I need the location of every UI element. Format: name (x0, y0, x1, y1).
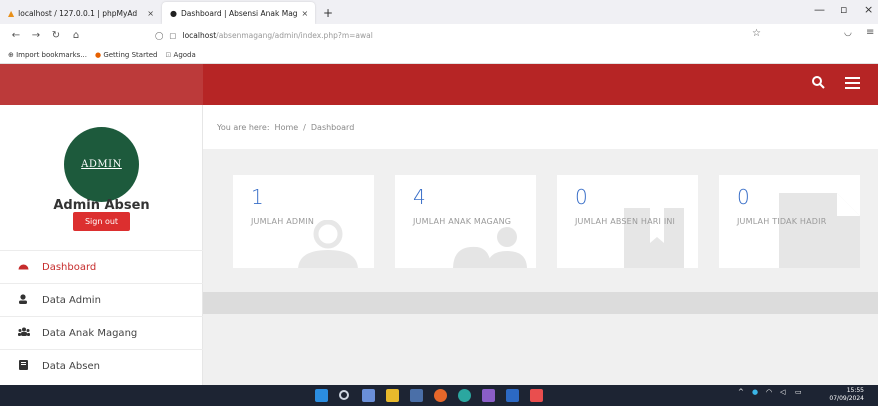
maximize-icon[interactable]: ▫ (840, 3, 847, 16)
bookmark-star-icon[interactable]: ☆ (752, 28, 761, 39)
url-bar[interactable]: ◯ ▢ localhost/absenmagang/admin/index.ph… (155, 27, 775, 43)
sidebar-item-label: Data Admin (42, 294, 101, 306)
home-icon[interactable]: ⌂ (68, 30, 84, 41)
browser-tab-phpmyadmin[interactable]: ▲ localhost / 127.0.0.1 | phpMyAd × (0, 2, 162, 24)
minimize-icon[interactable]: — (814, 3, 825, 16)
bookmarks-bar: ⊕ Import bookmarks... ● Getting Started … (0, 46, 878, 64)
breadcrumb-home-link[interactable]: Home (275, 123, 299, 132)
book-icon (18, 359, 28, 373)
tachometer-icon (18, 261, 29, 273)
search-icon[interactable] (339, 390, 349, 400)
stat-label: JUMLAH ANAK MAGANG (413, 217, 512, 226)
sign-out-button[interactable]: Sign out (73, 212, 130, 231)
close-window-icon[interactable]: × (864, 3, 873, 16)
camera-icon[interactable] (410, 389, 423, 402)
browser-tab-bar: ▲ localhost / 127.0.0.1 | phpMyAd × ● Da… (0, 0, 878, 24)
url-host: localhost (182, 30, 217, 40)
network-app-icon[interactable]: ● (752, 388, 758, 396)
bookmark-agoda[interactable]: ⊡ Agoda (165, 51, 195, 59)
firefox-icon[interactable] (434, 389, 447, 402)
clock-date: 07/09/2024 (829, 395, 864, 402)
bookmark-getting-started[interactable]: ● Getting Started (95, 51, 157, 59)
bookmark-import[interactable]: ⊕ Import bookmarks... (8, 51, 87, 59)
stat-value: 0 (575, 185, 588, 209)
hamburger-icon[interactable] (845, 74, 860, 93)
forward-icon[interactable]: → (28, 30, 44, 41)
reload-icon[interactable]: ↻ (48, 30, 64, 41)
main-content: You are here: Home / Dashboard 1 JUMLAH … (203, 105, 878, 385)
browser-nav-bar: ← → ↻ ⌂ ◯ ▢ localhost/absenmagang/admin/… (0, 24, 878, 46)
word-icon[interactable] (506, 389, 519, 402)
edge-icon[interactable] (458, 389, 471, 402)
content-divider-bar (203, 292, 878, 314)
close-icon[interactable]: × (147, 9, 154, 18)
book-icon (624, 208, 684, 268)
url-path: /absenmagang/admin/index.php?m=awal (216, 30, 373, 40)
tab-label: Dashboard | Absensi Anak Mag (180, 8, 298, 18)
stat-value: 0 (737, 185, 750, 209)
browser-tab-dashboard[interactable]: ● Dashboard | Absensi Anak Mag × (162, 2, 315, 24)
app-header (0, 64, 878, 105)
search-icon[interactable] (812, 74, 825, 93)
breadcrumb-current: Dashboard (310, 122, 355, 132)
breadcrumb-separator: / (303, 122, 306, 132)
page-icon: ▢ (169, 30, 177, 40)
chevron-up-icon[interactable]: ^ (738, 388, 744, 396)
stat-label: JUMLAH ABSEN HARI INI (575, 217, 676, 226)
back-icon[interactable]: ← (8, 30, 24, 41)
stat-card-admin[interactable]: 1 JUMLAH ADMIN (233, 175, 374, 268)
sidebar-item-data-admin[interactable]: Data Admin (0, 283, 203, 316)
xampp-icon[interactable] (530, 389, 543, 402)
app-icon[interactable] (482, 389, 495, 402)
extensions-icon[interactable]: ≡ (866, 27, 874, 38)
breadcrumb: You are here: Home / Dashboard (203, 105, 878, 149)
volume-icon[interactable]: ◁ (780, 388, 785, 396)
stat-value: 4 (413, 185, 426, 209)
shield-icon: ◯ (155, 30, 164, 40)
sidebar-item-label: Dashboard (42, 261, 97, 273)
agoda-icon: ⊡ (165, 50, 174, 59)
users-icon (18, 327, 30, 339)
sidebar-menu: Dashboard Data Admin Data Anak Magang Da… (0, 250, 203, 382)
sidebar-item-label: Data Absen (42, 360, 100, 372)
battery-icon[interactable]: ▭ (795, 388, 802, 396)
clock-time: 15:55 (846, 387, 864, 394)
task-view-icon[interactable] (362, 389, 375, 402)
brand-area (0, 64, 203, 105)
user-icon: ● (170, 8, 177, 18)
file-explorer-icon[interactable] (386, 389, 399, 402)
clock[interactable]: 15:55 07/09/2024 (829, 387, 864, 403)
phpmyadmin-icon: ▲ (8, 8, 15, 18)
breadcrumb-prefix: You are here: (217, 122, 270, 132)
windows-start-icon[interactable] (315, 389, 328, 402)
stat-card-tidak-hadir[interactable]: 0 JUMLAH TIDAK HADIR (719, 175, 860, 268)
wifi-icon[interactable]: ◠ (766, 388, 772, 396)
stat-card-anak-magang[interactable]: 4 JUMLAH ANAK MAGANG (395, 175, 536, 268)
user-name: Admin Absen (53, 198, 150, 213)
stat-value: 1 (251, 185, 264, 209)
file-icon (779, 193, 860, 268)
sidebar-item-dashboard[interactable]: Dashboard (0, 250, 203, 283)
sidebar-item-label: Data Anak Magang (42, 327, 138, 339)
sidebar-item-data-absen[interactable]: Data Absen (0, 349, 203, 382)
tab-label: localhost / 127.0.0.1 | phpMyAd (18, 8, 138, 18)
stat-label: JUMLAH TIDAK HADIR (737, 217, 827, 226)
stat-label: JUMLAH ADMIN (251, 217, 315, 226)
os-taskbar: ^ ● ◠ ◁ ▭ 15:55 07/09/2024 (0, 385, 878, 406)
sidebar-item-data-anak-magang[interactable]: Data Anak Magang (0, 316, 203, 349)
avatar: ADMIN (64, 127, 139, 202)
import-icon: ⊕ (8, 50, 17, 59)
close-icon[interactable]: × (302, 9, 309, 18)
sidebar: ADMIN Admin Absen Sign out Dashboard Dat… (0, 105, 203, 385)
user-icon (18, 293, 28, 307)
pocket-icon[interactable]: ◡ (844, 28, 852, 38)
new-tab-button[interactable]: + (315, 2, 341, 24)
stat-card-absen-hari-ini[interactable]: 0 JUMLAH ABSEN HARI INI (557, 175, 698, 268)
stat-cards: 1 JUMLAH ADMIN 4 JUMLAH ANAK MAGANG 0 JU… (233, 175, 863, 268)
